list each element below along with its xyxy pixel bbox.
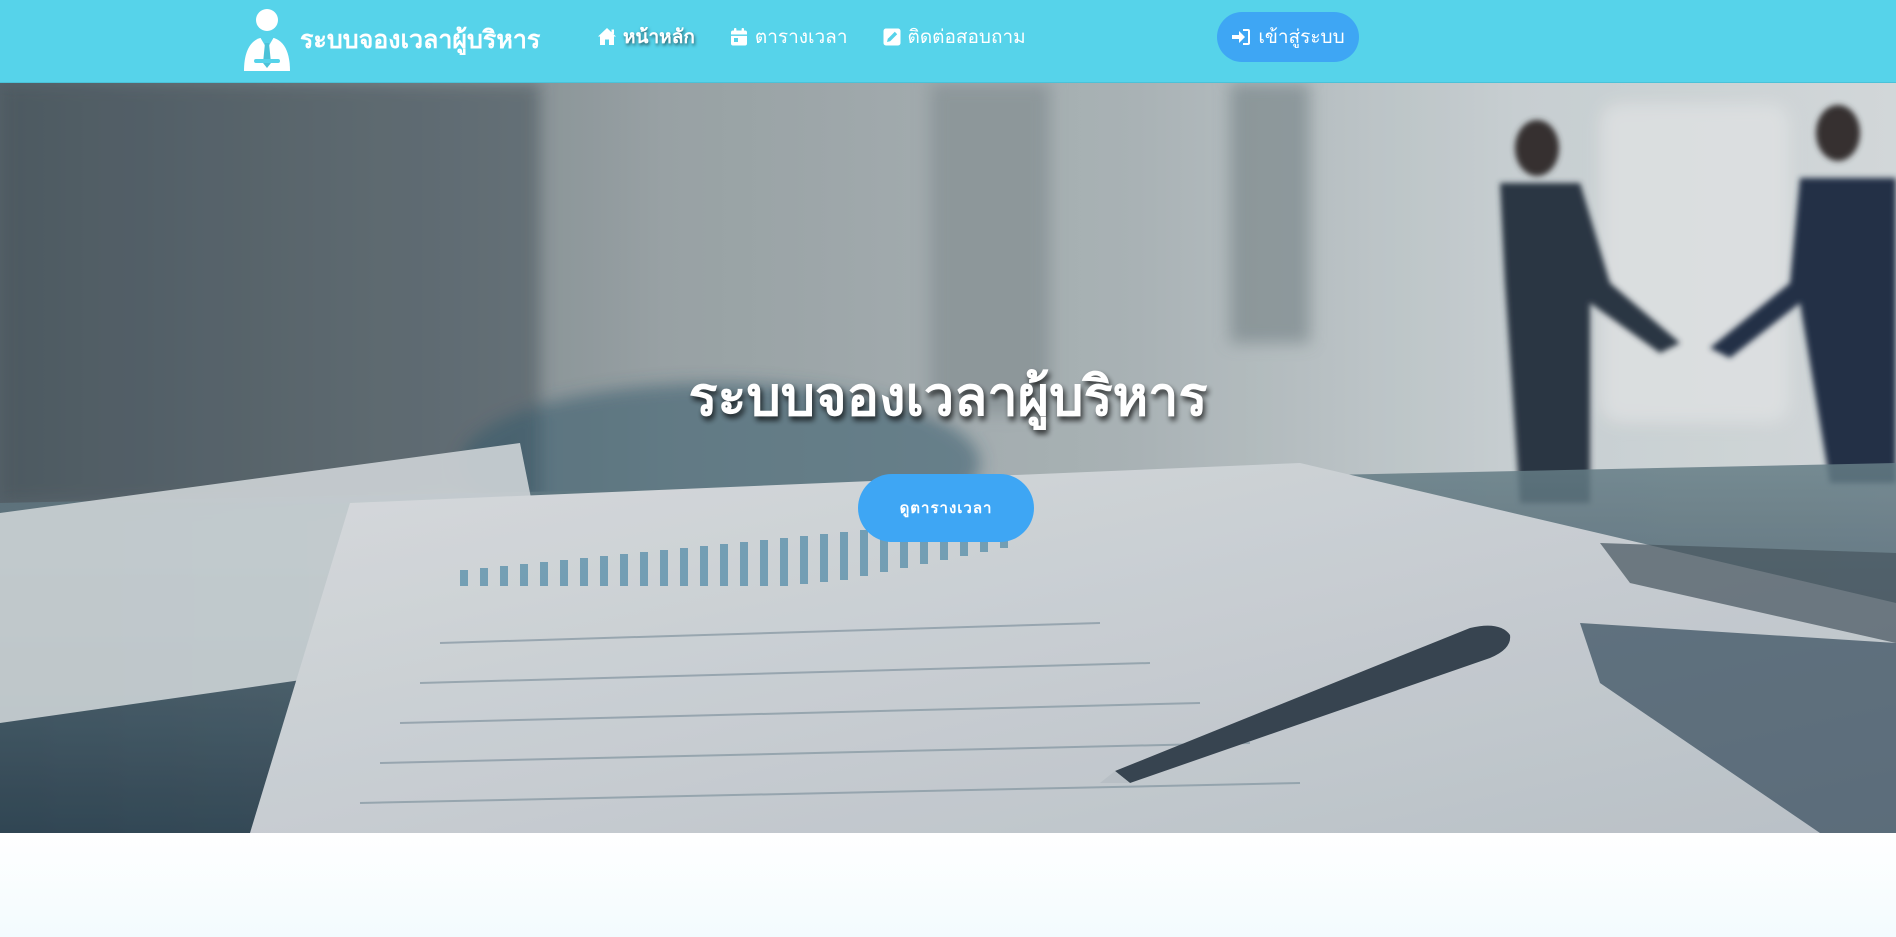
main-nav: หน้าหลัก ตารางเวลา ติดต่อสอบถาม [597,0,1060,74]
contact-edit-icon [883,28,900,46]
calendar-icon [730,28,747,46]
nav-item-schedule[interactable]: ตารางเวลา [729,22,848,52]
top-navbar: ระบบจองเวลาผู้บริหาร หน้าหลัก ตารางเวลา [0,0,1896,83]
sign-in-icon [1232,29,1251,45]
hero-section: ระบบจองเวลาผู้บริหาร ดูตารางเวลา [0,83,1896,833]
hero-background-image [0,83,1896,833]
nav-item-label: ติดต่อสอบถาม [907,26,1026,48]
content-area [0,833,1896,937]
nav-item-label: หน้าหลัก [623,26,695,48]
executive-person-icon [244,9,290,71]
login-button-label: เข้าสู่ระบบ [1258,26,1345,48]
view-schedule-button[interactable]: ดูตารางเวลา [858,474,1034,542]
home-icon [598,28,616,45]
hero-title: ระบบจองเวลาผู้บริหาร [688,365,1208,428]
nav-item-label: ตารางเวลา [754,26,848,48]
login-button[interactable]: เข้าสู่ระบบ [1217,12,1359,62]
nav-item-home[interactable]: หน้าหลัก [597,22,695,52]
brand-link[interactable]: ระบบจองเวลาผู้บริหาร [240,6,540,74]
nav-item-contact[interactable]: ติดต่อสอบถาม [882,22,1026,52]
brand-name: ระบบจองเวลาผู้บริหาร [300,25,541,54]
